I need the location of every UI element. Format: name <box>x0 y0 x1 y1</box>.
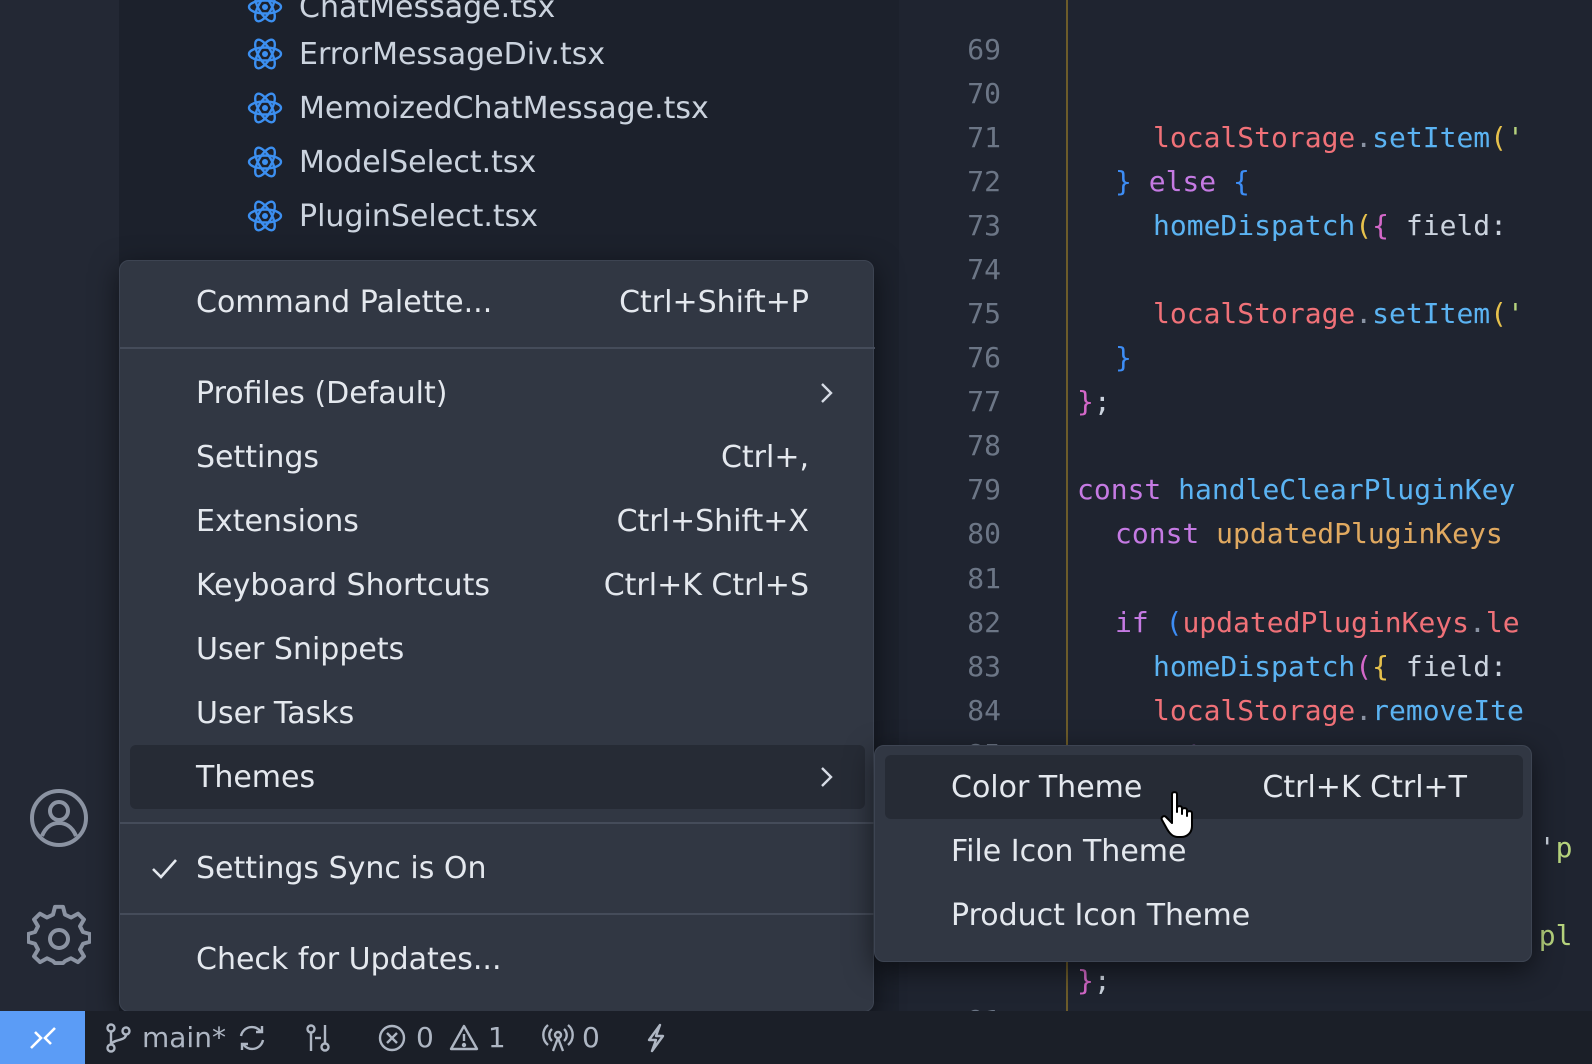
react-icon <box>247 0 283 23</box>
menu-item-settings-sync[interactable]: Settings Sync is On <box>130 836 865 900</box>
menu-item-shortcut: Ctrl+Shift+X <box>616 503 809 539</box>
chevron-right-icon <box>821 383 833 403</box>
file-name: MemoizedChatMessage.tsx <box>299 90 709 126</box>
menu-item-shortcut: Ctrl+, <box>720 439 809 475</box>
code-line: 82 homeDispatch({ field: <box>899 557 1592 683</box>
chevron-right-icon <box>821 767 833 787</box>
file-name: PluginSelect.tsx <box>299 198 539 234</box>
warning-count: 1 <box>487 1021 506 1054</box>
code-line: 69 <box>899 0 1592 66</box>
submenu-item-label: Product Icon Theme <box>951 897 1251 933</box>
file-name: ErrorMessageDiv.tsx <box>299 36 606 72</box>
code-line: 79 const updatedPluginKeys <box>899 424 1592 550</box>
git-compare-icon <box>306 1023 330 1052</box>
status-bar: main* 0 1 0 <box>0 1011 1592 1064</box>
menu-item-user-snippets[interactable]: User Snippets <box>130 617 865 681</box>
submenu-item-label: Color Theme <box>951 769 1143 805</box>
source-control-button[interactable] <box>302 1011 334 1064</box>
git-branch-icon <box>106 1022 131 1053</box>
file-name: ModelSelect.tsx <box>299 144 537 180</box>
activity-bar <box>0 0 119 1011</box>
accounts-button[interactable] <box>26 785 92 851</box>
code-line: 75 } <box>899 248 1592 374</box>
code-line: 78 const handleClearPluginKey <box>899 380 1592 506</box>
code-line: 71 } else { <box>899 72 1592 198</box>
lightning-icon <box>647 1023 665 1052</box>
react-icon <box>247 38 283 70</box>
sync-button[interactable] <box>236 1011 268 1064</box>
menu-item-shortcut: Ctrl+K Ctrl+S <box>603 567 809 603</box>
menu-item-extensions[interactable]: Extensions Ctrl+Shift+X <box>130 489 865 553</box>
menu-item-keyboard-shortcuts[interactable]: Keyboard Shortcuts Ctrl+K Ctrl+S <box>130 553 865 617</box>
submenu-item-product-icon-theme[interactable]: Product Icon Theme <box>885 883 1523 947</box>
menu-item-label: Settings <box>196 439 320 475</box>
menu-item-label: Extensions <box>196 503 359 539</box>
file-item-errormessagediv[interactable]: ErrorMessageDiv.tsx <box>119 27 899 81</box>
code-line: 70 localStorage.setItem(' <box>899 28 1592 154</box>
menu-item-label: Themes <box>196 759 316 795</box>
notifications-button[interactable] <box>640 1011 672 1064</box>
menu-item-check-updates[interactable]: Check for Updates... <box>130 927 865 991</box>
error-icon <box>378 1024 406 1051</box>
code-line: 77 <box>899 336 1592 418</box>
code-line: 74 localStorage.setItem(' <box>899 204 1592 330</box>
branch-name: main* <box>142 1021 226 1054</box>
menu-item-user-tasks[interactable]: User Tasks <box>130 681 865 745</box>
manage-button[interactable] <box>26 903 92 969</box>
code-line: 80 <box>899 468 1592 550</box>
menu-item-settings[interactable]: Settings Ctrl+, <box>130 425 865 489</box>
line-number: 91 <box>899 999 1001 1011</box>
menu-item-themes[interactable]: Themes <box>130 745 865 809</box>
branch-indicator[interactable]: main* <box>102 1011 226 1064</box>
submenu-item-file-icon-theme[interactable]: File Icon Theme <box>885 819 1523 883</box>
manage-menu: Command Palette... Ctrl+Shift+P Profiles… <box>119 260 875 1012</box>
menu-item-label: Check for Updates... <box>196 941 502 977</box>
code-token: p <box>1555 831 1573 864</box>
react-icon <box>247 200 283 232</box>
menu-item-command-palette[interactable]: Command Palette... Ctrl+Shift+P <box>130 270 865 334</box>
menu-item-label: User Snippets <box>196 631 405 667</box>
code-line: 76 }; <box>899 292 1592 418</box>
menu-item-label: Command Palette... <box>196 284 493 320</box>
menu-item-label: Keyboard Shortcuts <box>196 567 490 603</box>
code-line: 85 } <box>899 689 1592 815</box>
code-line: 83 localStorage.removeIte <box>899 601 1592 727</box>
broadcast-icon <box>542 1023 574 1051</box>
warning-icon <box>449 1024 479 1050</box>
menu-separator <box>120 913 875 915</box>
account-icon <box>30 789 88 847</box>
problems-indicator[interactable]: 0 1 <box>376 1011 506 1064</box>
file-name: ChatMessage.tsx <box>299 0 556 25</box>
submenu-item-color-theme[interactable]: Color Theme Ctrl+K Ctrl+T <box>885 755 1523 819</box>
menu-separator <box>120 347 875 349</box>
menu-item-shortcut: Ctrl+Shift+P <box>619 284 809 320</box>
error-count: 0 <box>416 1021 434 1054</box>
code-line: 81 if (updatedPluginKeys.le <box>899 513 1592 639</box>
menu-item-label: User Tasks <box>196 695 355 731</box>
gear-icon <box>27 904 91 966</box>
remote-button[interactable] <box>0 1011 85 1064</box>
check-icon <box>152 859 177 879</box>
code-line: 73 <box>899 160 1592 242</box>
menu-separator <box>120 822 875 824</box>
react-icon <box>247 92 283 124</box>
file-item-pluginselect[interactable]: PluginSelect.tsx <box>119 189 899 243</box>
themes-submenu: Color Theme Ctrl+K Ctrl+T File Icon Them… <box>874 745 1532 962</box>
submenu-item-shortcut: Ctrl+K Ctrl+T <box>1262 769 1467 805</box>
menu-item-label: Settings Sync is On <box>196 850 487 886</box>
ports-indicator[interactable]: 0 <box>542 1011 600 1064</box>
code-line: 84 return; <box>899 645 1592 771</box>
file-item-modelselect[interactable]: ModelSelect.tsx <box>119 135 899 189</box>
react-icon <box>247 146 283 178</box>
menu-item-profiles[interactable]: Profiles (Default) <box>130 361 865 425</box>
menu-item-label: Profiles (Default) <box>196 375 448 411</box>
ports-count: 0 <box>582 1021 600 1054</box>
code-line: 72 homeDispatch({ field: <box>899 116 1592 242</box>
file-item-memoizedchatmessage[interactable]: MemoizedChatMessage.tsx <box>119 81 899 135</box>
sync-icon <box>239 1025 265 1050</box>
submenu-item-label: File Icon Theme <box>951 833 1187 869</box>
remote-icon <box>29 1026 56 1049</box>
